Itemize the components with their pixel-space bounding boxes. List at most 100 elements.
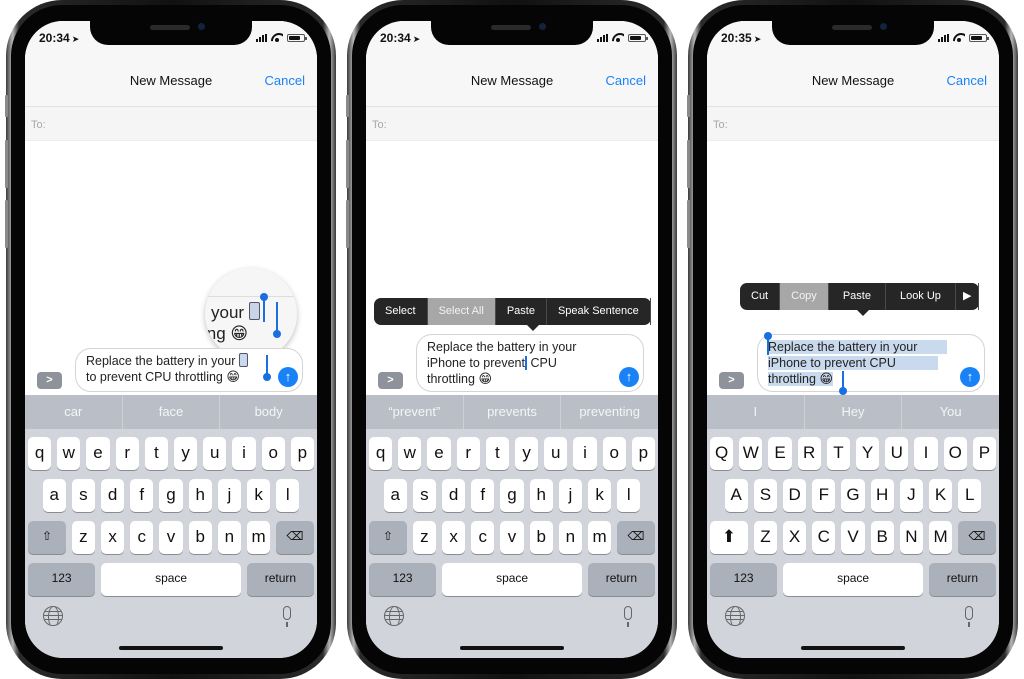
selection-end-handle[interactable] bbox=[263, 355, 271, 381]
key-o[interactable]: o bbox=[602, 437, 626, 470]
key-w[interactable]: w bbox=[398, 437, 422, 470]
microphone-icon[interactable] bbox=[624, 606, 632, 627]
key-i[interactable]: i bbox=[573, 437, 597, 470]
key-c[interactable]: c bbox=[471, 521, 495, 554]
microphone-icon[interactable] bbox=[283, 606, 291, 627]
key-a[interactable]: a bbox=[42, 479, 66, 512]
suggestion[interactable]: preventing bbox=[561, 395, 658, 429]
shift-key[interactable]: ⇧ bbox=[369, 521, 407, 554]
menu-item-paste[interactable]: Paste bbox=[496, 298, 547, 325]
key-d[interactable]: D bbox=[783, 479, 807, 512]
delete-key[interactable]: ⌫ bbox=[276, 521, 314, 554]
key-j[interactable]: j bbox=[217, 479, 241, 512]
menu-item-speak-sentence[interactable]: Speak Sentence bbox=[547, 298, 651, 325]
globe-icon[interactable] bbox=[725, 606, 745, 626]
key-z[interactable]: z bbox=[412, 521, 436, 554]
key-b[interactable]: B bbox=[870, 521, 894, 554]
key-r[interactable]: r bbox=[115, 437, 139, 470]
key-m[interactable]: M bbox=[929, 521, 953, 554]
selection-end-handle[interactable] bbox=[839, 371, 847, 395]
key-h[interactable]: h bbox=[529, 479, 553, 512]
key-s[interactable]: s bbox=[412, 479, 436, 512]
key-q[interactable]: q bbox=[369, 437, 393, 470]
key-i[interactable]: i bbox=[232, 437, 256, 470]
suggestion[interactable]: I bbox=[707, 395, 805, 429]
key-e[interactable]: E bbox=[768, 437, 792, 470]
globe-icon[interactable] bbox=[384, 606, 404, 626]
key-l[interactable]: l bbox=[617, 479, 641, 512]
key-p[interactable]: p bbox=[631, 437, 655, 470]
key-n[interactable]: n bbox=[558, 521, 582, 554]
globe-icon[interactable] bbox=[43, 606, 63, 626]
key-i[interactable]: I bbox=[914, 437, 938, 470]
key-m[interactable]: m bbox=[588, 521, 612, 554]
menu-item-look-up[interactable]: Look Up bbox=[886, 283, 956, 310]
suggestion[interactable]: Hey bbox=[805, 395, 903, 429]
key-e[interactable]: e bbox=[427, 437, 451, 470]
send-button[interactable]: ↑ bbox=[278, 367, 298, 387]
expand-apps-button[interactable]: > bbox=[719, 372, 744, 389]
suggestion[interactable]: body bbox=[220, 395, 317, 429]
suggestion[interactable]: face bbox=[123, 395, 221, 429]
home-indicator[interactable] bbox=[119, 646, 223, 650]
key-t[interactable]: t bbox=[144, 437, 168, 470]
key-p[interactable]: P bbox=[972, 437, 996, 470]
key-s[interactable]: S bbox=[753, 479, 777, 512]
key-w[interactable]: w bbox=[57, 437, 81, 470]
home-indicator[interactable] bbox=[460, 646, 564, 650]
key-l[interactable]: l bbox=[276, 479, 300, 512]
key-b[interactable]: b bbox=[529, 521, 553, 554]
key-c[interactable]: c bbox=[130, 521, 154, 554]
key-g[interactable]: g bbox=[159, 479, 183, 512]
key-u[interactable]: U bbox=[885, 437, 909, 470]
key-y[interactable]: y bbox=[174, 437, 198, 470]
key-h[interactable]: H bbox=[870, 479, 894, 512]
key-a[interactable]: A bbox=[724, 479, 748, 512]
cancel-button[interactable]: Cancel bbox=[265, 73, 305, 88]
suggestion[interactable]: You bbox=[902, 395, 999, 429]
key-s[interactable]: s bbox=[71, 479, 95, 512]
key-g[interactable]: g bbox=[500, 479, 524, 512]
key-a[interactable]: a bbox=[383, 479, 407, 512]
key-h[interactable]: h bbox=[188, 479, 212, 512]
key-f[interactable]: F bbox=[812, 479, 836, 512]
menu-item-cut[interactable]: Cut bbox=[740, 283, 781, 310]
key-m[interactable]: m bbox=[247, 521, 271, 554]
key-j[interactable]: j bbox=[558, 479, 582, 512]
recipient-field[interactable]: To: bbox=[25, 107, 317, 141]
key-q[interactable]: Q bbox=[710, 437, 734, 470]
key-x[interactable]: x bbox=[442, 521, 466, 554]
expand-apps-button[interactable]: > bbox=[37, 372, 62, 389]
key-k[interactable]: k bbox=[588, 479, 612, 512]
suggestion[interactable]: “prevent” bbox=[366, 395, 464, 429]
numbers-key[interactable]: 123 bbox=[369, 563, 437, 596]
key-b[interactable]: b bbox=[188, 521, 212, 554]
key-n[interactable]: n bbox=[217, 521, 241, 554]
message-input[interactable]: Replace the battery in your to prevent C… bbox=[75, 348, 303, 392]
key-t[interactable]: T bbox=[826, 437, 850, 470]
key-d[interactable]: d bbox=[442, 479, 466, 512]
key-o[interactable]: o bbox=[261, 437, 285, 470]
key-v[interactable]: V bbox=[841, 521, 865, 554]
return-key[interactable]: return bbox=[246, 563, 314, 596]
delete-key[interactable]: ⌫ bbox=[617, 521, 655, 554]
message-input[interactable]: Replace the battery in your iPhone to pr… bbox=[416, 334, 644, 392]
key-k[interactable]: k bbox=[247, 479, 271, 512]
shift-key[interactable]: ⇧ bbox=[28, 521, 66, 554]
menu-item-select[interactable]: Select bbox=[374, 298, 428, 325]
key-f[interactable]: f bbox=[130, 479, 154, 512]
menu-item-select-all[interactable]: Select All bbox=[427, 298, 496, 325]
key-q[interactable]: q bbox=[28, 437, 52, 470]
key-w[interactable]: W bbox=[739, 437, 763, 470]
key-z[interactable]: Z bbox=[753, 521, 777, 554]
expand-apps-button[interactable]: > bbox=[378, 372, 403, 389]
key-x[interactable]: x bbox=[101, 521, 125, 554]
microphone-icon[interactable] bbox=[965, 606, 973, 627]
space-key[interactable]: space bbox=[783, 563, 924, 596]
key-v[interactable]: v bbox=[500, 521, 524, 554]
send-button[interactable]: ↑ bbox=[619, 367, 639, 387]
menu-item-paste[interactable]: Paste bbox=[829, 283, 886, 310]
key-k[interactable]: K bbox=[929, 479, 953, 512]
numbers-key[interactable]: 123 bbox=[28, 563, 96, 596]
key-y[interactable]: y bbox=[515, 437, 539, 470]
